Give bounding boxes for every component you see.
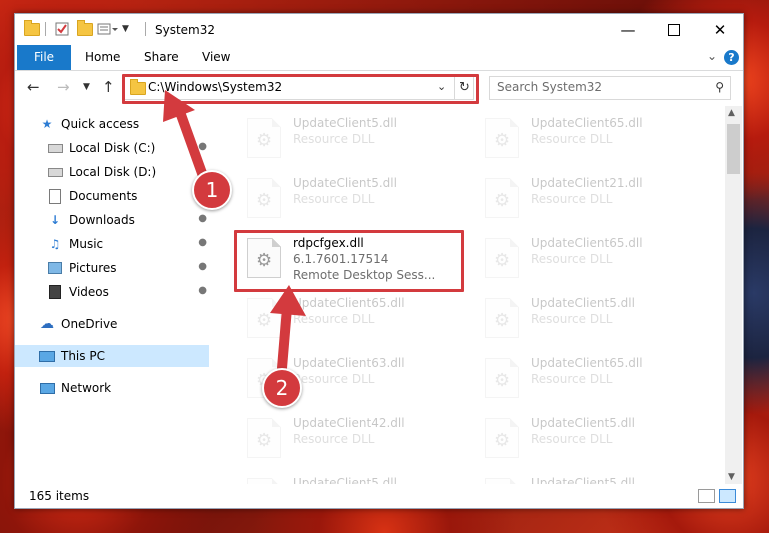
step-1-badge: 1 — [192, 170, 232, 210]
arrow-2-head — [270, 285, 306, 316]
arrow-1-shaft — [175, 107, 208, 181]
step-2-badge: 2 — [262, 368, 302, 408]
annotation-arrows — [163, 90, 306, 373]
arrow-2-shaft — [277, 303, 292, 373]
